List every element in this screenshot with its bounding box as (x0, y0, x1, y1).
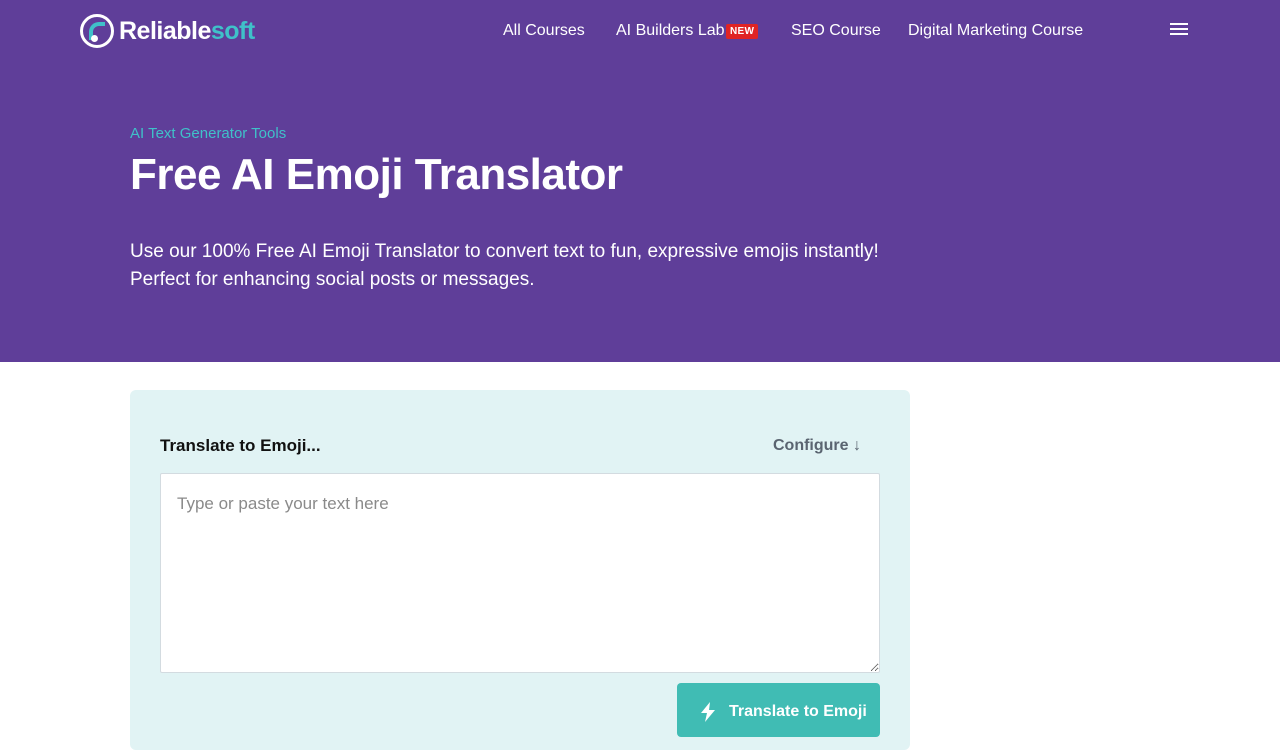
page-description: Use our 100% Free AI Emoji Translator to… (130, 241, 879, 290)
configure-toggle[interactable]: Configure ↓ (773, 437, 861, 455)
tool-title: Translate to Emoji... (160, 436, 321, 455)
nav-link-ai-builders-lab[interactable]: AI Builders Lab (616, 22, 725, 40)
emoji-translator-card: Translate to Emoji... Configure ↓ Transl… (130, 390, 910, 750)
text-input[interactable] (160, 473, 880, 673)
nav-link-seo-course[interactable]: SEO Course (791, 22, 881, 40)
site-logo[interactable]: Reliablesoft (80, 13, 255, 49)
nav-link-all-courses[interactable]: All Courses (503, 22, 585, 40)
hamburger-menu-icon[interactable] (1170, 23, 1190, 39)
top-navigation-bar: Reliablesoft All Courses AI Builders Lab… (0, 0, 1280, 64)
nav-link-digital-marketing-course[interactable]: Digital Marketing Course (908, 22, 1083, 40)
logo-text: Reliablesoft (119, 16, 255, 45)
logo-icon (80, 14, 114, 48)
translate-to-emoji-button[interactable]: Translate to Emoji (677, 683, 880, 737)
lightning-bolt-icon (701, 702, 715, 722)
hero-section: Reliablesoft All Courses AI Builders Lab… (0, 0, 1280, 362)
page-title: Free AI Emoji Translator (130, 150, 623, 199)
new-badge: NEW (726, 24, 759, 39)
breadcrumb[interactable]: AI Text Generator Tools (130, 125, 286, 142)
translate-button-label: Translate to Emoji (729, 703, 867, 720)
